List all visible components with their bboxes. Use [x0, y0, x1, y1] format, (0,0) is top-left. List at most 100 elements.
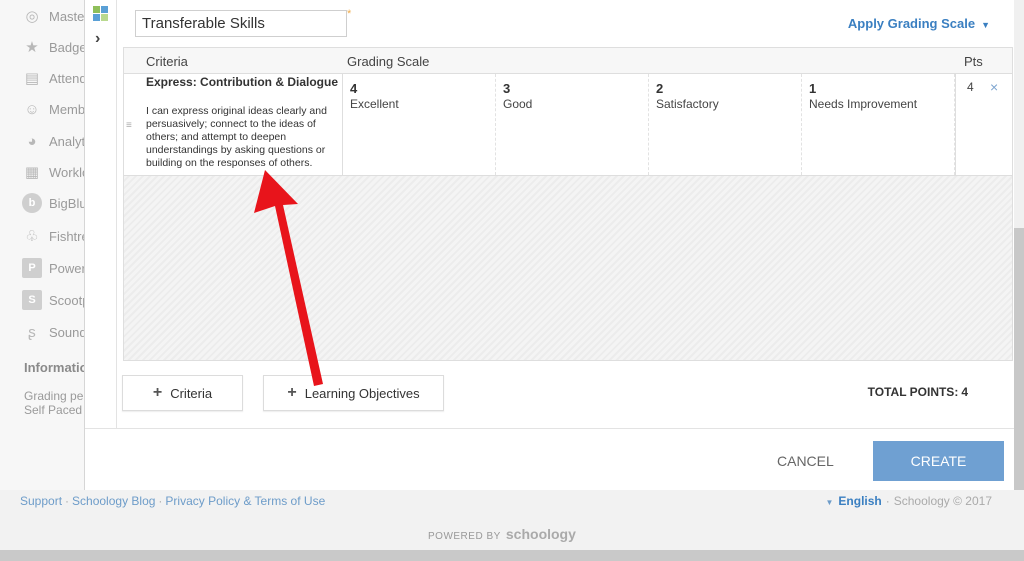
sidebar-item-mastery[interactable]: ◎ Mastery — [22, 5, 88, 27]
modal-rail: › — [85, 0, 117, 490]
level-label: Satisfactory — [656, 97, 719, 111]
sidebar-item-label: Workload — [49, 164, 88, 180]
course-sidebar: ◎ Mastery ★ Badges ▤ Attendance ☺ Member… — [0, 0, 88, 490]
sidebar-item-fishtree[interactable]: ♧ Fishtree — [22, 225, 88, 247]
level-cell[interactable]: 1 Needs Improvement — [802, 74, 955, 175]
sidebar-item-label: Scootpad — [49, 292, 88, 308]
level-points: 4 — [350, 81, 358, 96]
workload-icon: ▦ — [24, 164, 40, 181]
bigbluebutton-icon: b — [22, 193, 42, 213]
apply-grading-scale-button[interactable]: Apply Grading Scale ▼ — [848, 16, 990, 31]
copyright-text: Schoology © 2017 — [893, 494, 992, 508]
apply-grading-scale-label: Apply Grading Scale — [847, 16, 976, 31]
level-label: Good — [503, 97, 533, 111]
sidebar-item-attendance[interactable]: ▤ Attendance — [22, 67, 88, 89]
footer-links: Support · Schoology Blog · Privacy Policy & … — [20, 494, 325, 508]
rubric-header: Criteria Grading Scale Pts — [124, 48, 1012, 74]
rubric-table: Criteria Grading Scale Pts ≡ Express: Co… — [123, 47, 1013, 361]
language-selector[interactable]: ▼ English · Schoology © 2017 — [825, 494, 992, 508]
criterion-title: Express: Contribution & Dialogue — [146, 75, 339, 89]
total-points-label: TOTAL POINTS: — [867, 385, 959, 399]
delete-criterion-icon[interactable]: × — [990, 79, 998, 95]
sidebar-item-badges[interactable]: ★ Badges — [22, 36, 88, 58]
sidebar-item-label: Badges — [49, 39, 88, 55]
add-criteria-button[interactable]: + Criteria — [122, 375, 243, 411]
members-icon: ☺ — [24, 100, 40, 118]
criteria-column-header: Criteria — [146, 54, 188, 69]
analytics-icon: ◕ — [27, 132, 37, 150]
fishtree-icon: ♧ — [25, 228, 39, 245]
grading-period-label: Grading periods — [24, 389, 86, 403]
sidebar-item-powerschool[interactable]: P PowerSchool — [22, 257, 88, 279]
scrollbar-thumb[interactable] — [1014, 228, 1024, 490]
level-cell[interactable]: 3 Good — [496, 74, 649, 175]
soundtrap-icon: ʂ — [28, 323, 36, 341]
level-label: Excellent — [350, 97, 399, 111]
sidebar-item-soundtrap[interactable]: ʂ SoundTrap — [22, 321, 88, 343]
points-cell — [955, 74, 1012, 175]
privacy-terms-link[interactable]: Privacy Policy & Terms of Use — [165, 494, 325, 508]
criterion-row: ≡ Express: Contribution & Dialogue I can… — [124, 74, 1012, 176]
criterion-points: 4 — [967, 80, 974, 94]
sidebar-item-label: Members — [49, 101, 88, 117]
attendance-icon: ▤ — [24, 70, 40, 87]
sidebar-item-label: Analytics — [49, 133, 88, 149]
level-points: 1 — [809, 81, 817, 96]
sidebar-item-analytics[interactable]: ◕ Analytics — [22, 130, 88, 152]
level-cell[interactable]: 4 Excellent — [343, 74, 496, 175]
level-points: 2 — [656, 81, 664, 96]
sidebar-item-label: BigBlueButton — [49, 195, 88, 211]
add-objectives-label: Learning Objectives — [304, 385, 420, 401]
badge-icon: ★ — [25, 39, 39, 56]
cancel-button[interactable]: CANCEL — [777, 453, 834, 469]
page-footer: Support · Schoology Blog · Privacy Policy & … — [0, 492, 1024, 550]
pts-column-header: Pts — [964, 54, 983, 69]
horizontal-scrollbar[interactable] — [0, 550, 1024, 561]
support-link[interactable]: Support — [20, 494, 62, 508]
create-button[interactable]: CREATE — [873, 441, 1004, 481]
plus-icon: + — [152, 384, 163, 401]
sidebar-item-members[interactable]: ☺ Members — [22, 98, 88, 120]
drag-handle-icon[interactable]: ≡ — [126, 120, 132, 131]
separator-dot: · — [885, 494, 890, 508]
plus-icon: + — [287, 384, 297, 401]
modal-footer: CANCEL CREATE — [85, 428, 1015, 490]
sidebar-item-scootpad[interactable]: S Scootpad — [22, 289, 88, 311]
caret-down-icon: ▼ — [981, 20, 990, 30]
level-cell[interactable]: 2 Satisfactory — [649, 74, 802, 175]
separator-dot: · — [65, 494, 70, 508]
total-points-value: 4 — [961, 385, 968, 399]
grading-scale-column-header: Grading Scale — [347, 54, 430, 69]
add-criteria-label: Criteria — [170, 385, 213, 401]
mastery-icon: ◎ — [25, 8, 39, 25]
sidebar-item-bigbluebutton[interactable]: b BigBlueButton — [22, 192, 88, 214]
scootpad-icon: S — [22, 290, 42, 310]
sidebar-item-workload[interactable]: ▦ Workload — [22, 161, 88, 183]
sidebar-item-label: PowerSchool — [49, 260, 88, 276]
powerschool-icon: P — [22, 258, 42, 278]
schoology-logo: schoology — [505, 526, 576, 542]
schoology-blog-link[interactable]: Schoology Blog — [72, 494, 155, 508]
rubric-title-input[interactable] — [135, 10, 347, 37]
sidebar-item-label: SoundTrap — [49, 324, 88, 340]
criterion-description: I can express original ideas clearly and… — [146, 105, 327, 169]
criterion-cell[interactable]: ≡ Express: Contribution & Dialogue I can… — [124, 74, 343, 175]
sidebar-item-label: Attendance — [49, 70, 88, 86]
level-label: Needs Improvement — [809, 97, 918, 111]
self-paced-label: Self Paced — [24, 403, 83, 417]
app-logo-icon — [93, 6, 109, 22]
powered-by: POWERED BY schoology — [428, 526, 576, 542]
powered-by-label: POWERED BY — [428, 531, 501, 542]
caret-down-icon: ▼ — [825, 498, 834, 507]
level-points: 3 — [503, 81, 511, 96]
total-points: TOTAL POINTS: 4 — [868, 385, 968, 399]
add-learning-objectives-button[interactable]: + Learning Objectives — [263, 375, 444, 411]
information-heading: Information — [24, 360, 86, 375]
rubric-modal: › * Apply Grading Scale ▼ Criteria Gradin… — [84, 0, 1015, 490]
vertical-scrollbar[interactable] — [1014, 0, 1024, 490]
language-label[interactable]: English — [838, 494, 881, 508]
separator-dot: · — [158, 494, 163, 508]
chevron-right-icon[interactable]: › — [95, 30, 100, 48]
required-marker: * — [347, 8, 352, 20]
sidebar-item-label: Fishtree — [49, 228, 88, 244]
